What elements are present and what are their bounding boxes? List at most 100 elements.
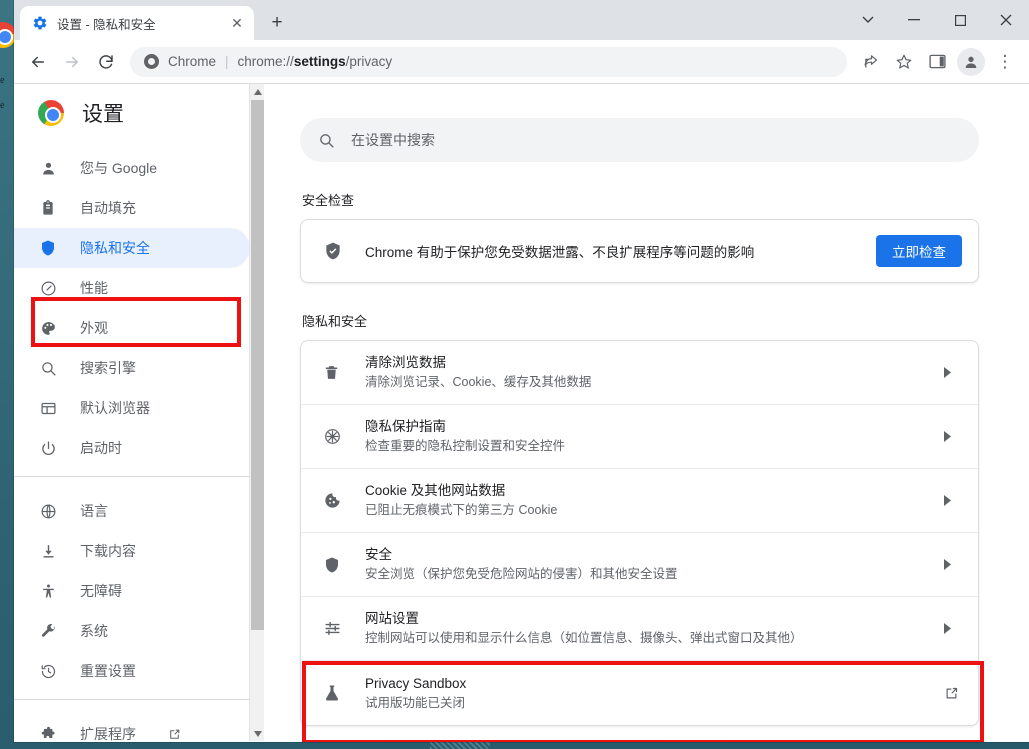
sidebar-divider-2	[14, 699, 264, 700]
sidebar-item-search-engine[interactable]: 搜索引擎	[14, 348, 250, 388]
window-controls	[845, 0, 1029, 40]
row-body: 清除浏览数据 清除浏览记录、Cookie、缓存及其他数据	[365, 353, 924, 392]
search-settings-input[interactable]: 在设置中搜索	[300, 118, 979, 162]
settings-content: 在设置中搜索 安全检查 Chrome 有助于保护您免受数据泄露、不良扩展程序等问…	[264, 84, 1029, 741]
row-subtitle: 控制网站可以使用和显示什么信息（如位置信息、摄像头、弹出式窗口及其他）	[365, 631, 803, 645]
accessibility-icon	[38, 583, 58, 600]
flask-icon	[323, 684, 345, 702]
sidebar-item-label: 无障碍	[80, 583, 122, 599]
star-icon[interactable]	[888, 46, 920, 78]
back-icon[interactable]	[22, 46, 54, 78]
minimize-icon[interactable]	[891, 0, 937, 40]
puzzle-icon	[38, 726, 58, 743]
sidebar-item-label: 重置设置	[80, 663, 136, 679]
privacy-guide-icon	[323, 427, 345, 446]
wrench-icon	[38, 623, 58, 640]
omnibox-url: chrome://settings/privacy	[238, 54, 393, 69]
browser-menu-icon[interactable]: ⋮	[989, 46, 1021, 78]
sidebar-item-extensions[interactable]: 扩展程序	[14, 714, 250, 742]
sidebar-item-autofill[interactable]: 自动填充	[14, 188, 250, 228]
shield-icon	[38, 239, 58, 257]
url-prefix: chrome://	[237, 54, 294, 69]
row-security[interactable]: 安全 安全浏览（保护您免受危险网站的侵害）和其他安全设置	[301, 533, 978, 597]
side-panel-icon[interactable]	[921, 46, 953, 78]
address-bar[interactable]: Chrome | chrome://settings/privacy	[130, 46, 847, 77]
forward-icon[interactable]	[56, 46, 88, 78]
external-link-icon[interactable]	[944, 686, 960, 701]
sidebar-item-label: 默认浏览器	[80, 400, 150, 416]
new-tab-button[interactable]: +	[262, 8, 292, 38]
row-subtitle: 检查重要的隐私控制设置和安全控件	[365, 439, 566, 453]
desktop-icon-1[interactable]: e	[0, 75, 14, 87]
sidebar-item-reset-settings[interactable]: 重置设置	[14, 651, 250, 691]
row-privacy-sandbox[interactable]: Privacy Sandbox 试用版功能已关闭	[301, 661, 978, 725]
row-subtitle: 已阻止无痕模式下的第三方 Cookie	[365, 503, 558, 517]
row-body: 隐私保护指南 检查重要的隐私控制设置和安全控件	[365, 417, 924, 456]
chevron-right-icon[interactable]	[944, 495, 960, 506]
chevron-right-icon[interactable]	[944, 367, 960, 378]
row-title: 安全	[365, 547, 392, 562]
chevron-right-icon[interactable]	[944, 623, 960, 634]
close-icon[interactable]	[983, 0, 1029, 40]
sidebar-scrollbar[interactable]	[249, 84, 264, 741]
tab-close-icon[interactable]: ✕	[226, 12, 248, 34]
sidebar-item-appearance[interactable]: 外观	[14, 308, 250, 348]
trash-icon	[323, 364, 345, 381]
download-icon	[38, 543, 58, 560]
browser-tab[interactable]: 设置 - 隐私和安全 ✕	[20, 6, 254, 40]
scroll-up-arrow-icon[interactable]	[250, 84, 265, 99]
scrollbar-thumb[interactable]	[251, 100, 264, 630]
sidebar-item-label: 系统	[80, 623, 108, 639]
sidebar-item-privacy-and-security[interactable]: 隐私和安全	[14, 228, 250, 268]
row-cookies-and-site-data[interactable]: Cookie 及其他网站数据 已阻止无痕模式下的第三方 Cookie	[301, 469, 978, 533]
chevron-right-icon[interactable]	[944, 559, 960, 570]
sidebar-item-downloads[interactable]: 下载内容	[14, 531, 250, 571]
row-site-settings[interactable]: 网站设置 控制网站可以使用和显示什么信息（如位置信息、摄像头、弹出式窗口及其他）	[301, 597, 978, 661]
sidebar-item-on-startup[interactable]: 启动时	[14, 428, 250, 468]
desktop-icon-2[interactable]: e	[0, 100, 14, 112]
row-body: Privacy Sandbox 试用版功能已关闭	[365, 674, 924, 713]
reload-icon[interactable]	[90, 46, 122, 78]
profile-avatar[interactable]	[957, 47, 985, 76]
omnibox-separator: |	[225, 54, 229, 69]
sidebar-item-languages[interactable]: 语言	[14, 491, 250, 531]
row-subtitle: 试用版功能已关闭	[365, 695, 466, 710]
maximize-icon[interactable]	[937, 0, 983, 40]
row-body: 安全 安全浏览（保护您免受危险网站的侵害）和其他安全设置	[365, 545, 924, 584]
sidebar-divider-1	[14, 476, 264, 477]
row-body: 网站设置 控制网站可以使用和显示什么信息（如位置信息、摄像头、弹出式窗口及其他）	[365, 609, 924, 648]
sidebar-item-label: 隐私和安全	[80, 240, 150, 256]
sidebar-item-default-browser[interactable]: 默认浏览器	[14, 388, 250, 428]
sidebar-item-you-and-google[interactable]: 您与 Google	[14, 148, 250, 188]
person-icon	[38, 160, 58, 177]
row-privacy-guide[interactable]: 隐私保护指南 检查重要的隐私控制设置和安全控件	[301, 405, 978, 469]
row-subtitle: 清除浏览记录、Cookie、缓存及其他数据	[365, 375, 592, 389]
omnibox-site-label: Chrome	[168, 54, 217, 69]
chrome-logo-icon	[38, 100, 64, 126]
row-clear-browsing-data[interactable]: 清除浏览数据 清除浏览记录、Cookie、缓存及其他数据	[301, 341, 978, 405]
sidebar-item-label: 外观	[80, 320, 108, 336]
search-placeholder: 在设置中搜索	[351, 132, 435, 148]
scroll-down-arrow-icon[interactable]	[250, 726, 265, 741]
url-suffix: /privacy	[345, 54, 393, 69]
shield-check-icon	[323, 241, 345, 261]
safety-check-description: Chrome 有助于保护您免受数据泄露、不良扩展程序等问题的影响	[365, 245, 755, 260]
sidebar-item-performance[interactable]: 性能	[14, 268, 250, 308]
chevron-right-icon[interactable]	[944, 431, 960, 442]
share-icon[interactable]	[855, 46, 887, 78]
row-body: Cookie 及其他网站数据 已阻止无痕模式下的第三方 Cookie	[365, 481, 924, 520]
sidebar-item-system[interactable]: 系统	[14, 611, 250, 651]
sidebar-item-label: 您与 Google	[80, 160, 158, 176]
settings-header: 设置	[14, 84, 264, 142]
globe-icon	[38, 503, 58, 520]
sidebar-item-label: 下载内容	[80, 543, 136, 559]
gear-icon	[32, 15, 48, 31]
tab-search-icon[interactable]	[845, 0, 891, 40]
sidebar-group-main: 您与 Google 自动填充 隐私和安全 性能 外观 搜索引擎 默认浏览器 启动…	[14, 142, 264, 468]
sidebar-item-label: 性能	[80, 280, 108, 296]
safety-check-card: Chrome 有助于保护您免受数据泄露、不良扩展程序等问题的影响 立即检查	[300, 219, 979, 283]
sidebar-item-label: 语言	[80, 503, 108, 519]
check-now-button[interactable]: 立即检查	[876, 235, 962, 267]
browser-window-icon	[38, 400, 58, 417]
sidebar-item-accessibility[interactable]: 无障碍	[14, 571, 250, 611]
